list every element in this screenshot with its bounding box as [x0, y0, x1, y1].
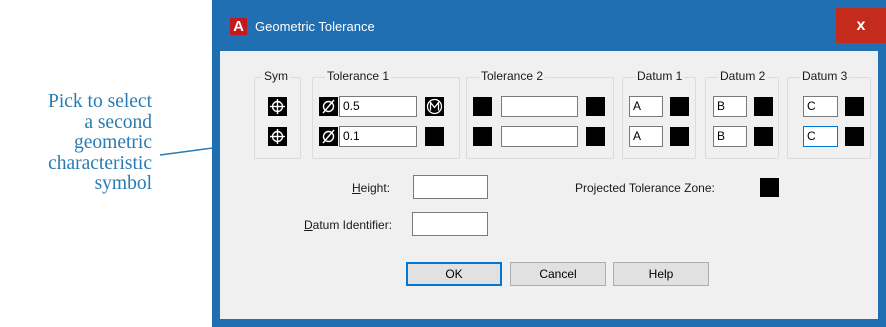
datum-identifier-label-text: atum Identifier: [312, 218, 393, 232]
datum3-group: Datum 3 C C [787, 69, 871, 159]
position-symbol-icon[interactable] [268, 127, 287, 146]
datum1-field[interactable]: A [629, 96, 663, 117]
datum-identifier-label-mnemonic: D [304, 218, 313, 232]
sym-label: Sym [262, 69, 290, 84]
mmc-modifier-icon[interactable] [425, 97, 444, 116]
datum2-field[interactable]: B [713, 126, 747, 147]
close-icon: x [856, 17, 866, 34]
app-icon-letter: A [233, 18, 244, 35]
tolerance2-value-field[interactable] [501, 126, 578, 147]
ok-button[interactable]: OK [406, 262, 502, 286]
projected-tolerance-zone-label: Projected Tolerance Zone: [575, 181, 715, 195]
position-symbol-icon[interactable] [268, 97, 287, 116]
datum-identifier-field[interactable] [412, 212, 488, 236]
modifier-button[interactable] [586, 97, 605, 116]
datum2-label: Datum 2 [718, 69, 768, 84]
modifier-button[interactable] [670, 97, 689, 116]
window-title: Geometric Tolerance [255, 19, 375, 34]
datum3-label: Datum 3 [800, 69, 850, 84]
datum-identifier-label: Datum Identifier: [304, 218, 392, 233]
help-button[interactable]: Help [613, 262, 709, 286]
height-field[interactable] [413, 175, 488, 199]
height-label: Height: [352, 181, 390, 196]
modifier-button[interactable] [845, 127, 864, 146]
tolerance2-value-field[interactable] [501, 96, 578, 117]
diameter-icon[interactable] [319, 97, 338, 116]
modifier-button[interactable] [754, 127, 773, 146]
tolerance1-label: Tolerance 1 [325, 69, 392, 84]
datum3-field[interactable]: C [803, 126, 838, 147]
sym-group: Sym [254, 69, 301, 159]
diameter-icon[interactable] [319, 127, 338, 146]
height-label-mnemonic: H [352, 181, 361, 195]
close-button[interactable]: x [836, 8, 886, 43]
geometric-tolerance-dialog: A Geometric Tolerance x Sym Tolerance 1 … [212, 0, 886, 327]
autocad-logo-icon: A [230, 18, 247, 35]
tolerance1-group: Tolerance 1 0.5 0.1 [312, 69, 460, 159]
modifier-button[interactable] [845, 97, 864, 116]
datum3-field[interactable]: C [803, 96, 838, 117]
datum2-group: Datum 2 B B [705, 69, 779, 159]
datum2-field[interactable]: B [713, 96, 747, 117]
tolerance2-label: Tolerance 2 [479, 69, 546, 84]
tolerance1-value-field[interactable]: 0.5 [339, 96, 417, 117]
datum1-group: Datum 1 A A [622, 69, 696, 159]
tolerance1-value-field[interactable]: 0.1 [339, 126, 417, 147]
modifier-button[interactable] [586, 127, 605, 146]
modifier-button[interactable] [425, 127, 444, 146]
datum1-field[interactable]: A [629, 126, 663, 147]
modifier-button[interactable] [754, 97, 773, 116]
cancel-button[interactable]: Cancel [510, 262, 606, 286]
projected-tolerance-zone-button[interactable] [760, 178, 779, 197]
datum1-label: Datum 1 [635, 69, 685, 84]
tolerance2-group: Tolerance 2 [466, 69, 614, 159]
diameter-button[interactable] [473, 127, 492, 146]
title-bar[interactable]: A Geometric Tolerance x [212, 0, 886, 51]
dialog-body: Sym Tolerance 1 0.5 0.1 Tolerance 2 Datu… [220, 51, 878, 319]
modifier-button[interactable] [670, 127, 689, 146]
diameter-button[interactable] [473, 97, 492, 116]
height-label-text: eight: [360, 181, 391, 195]
